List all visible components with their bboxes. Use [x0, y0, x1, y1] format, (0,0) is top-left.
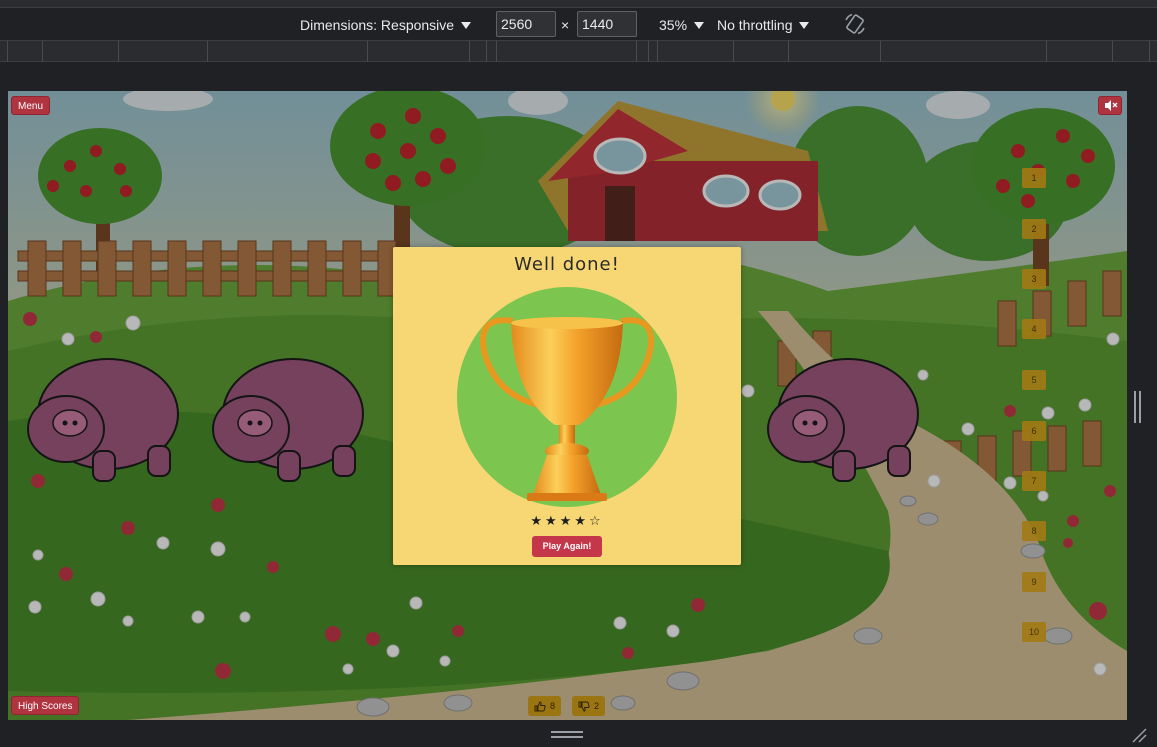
star-rating: ★★★★☆: [530, 513, 604, 528]
zoom-dropdown[interactable]: 35%: [659, 15, 705, 35]
high-scores-button[interactable]: High Scores: [11, 696, 80, 715]
dislike-button[interactable]: 2: [572, 696, 606, 716]
dislike-count: 2: [594, 701, 600, 711]
rotate-icon[interactable]: [842, 12, 868, 36]
dropdown-arrow-icon: [461, 21, 472, 29]
times-symbol: ×: [561, 17, 570, 33]
dropdown-arrow-icon: [694, 21, 705, 29]
play-again-button[interactable]: Play Again!: [532, 536, 602, 557]
menu-button[interactable]: Menu: [11, 96, 51, 115]
resize-corner-icon[interactable]: [1131, 727, 1147, 743]
modal-title: Well done!: [514, 254, 620, 275]
dimensions-dropdown[interactable]: Dimensions: Responsive: [300, 15, 472, 35]
like-button[interactable]: 8: [528, 696, 562, 716]
zoom-label: 35%: [659, 17, 688, 33]
mute-button[interactable]: [1098, 96, 1122, 115]
level-button-3[interactable]: 3: [1022, 269, 1046, 289]
thumbs-up-icon: [534, 700, 546, 711]
width-input[interactable]: 2560: [496, 11, 556, 37]
level-button-5[interactable]: 5: [1022, 370, 1046, 390]
devtools-top-strip: [0, 0, 1157, 8]
level-button-8[interactable]: 8: [1022, 521, 1046, 541]
level-button-4[interactable]: 4: [1022, 319, 1046, 339]
viewport-resize-handle-bottom[interactable]: [551, 731, 583, 739]
thumbs-down-icon: [578, 701, 590, 712]
throttling-dropdown[interactable]: No throttling: [717, 15, 810, 35]
level-button-10[interactable]: 10: [1022, 622, 1046, 642]
level-button-1[interactable]: 1: [1022, 168, 1046, 188]
speaker-mute-icon: [1105, 100, 1118, 111]
dropdown-arrow-icon: [799, 21, 810, 29]
level-button-6[interactable]: 6: [1022, 421, 1046, 441]
throttling-label: No throttling: [717, 17, 793, 33]
level-button-2[interactable]: 2: [1022, 219, 1046, 239]
level-button-7[interactable]: 7: [1022, 471, 1046, 491]
trophy-icon: [457, 287, 677, 507]
device-viewport: Menu High Scores 1 2 3 4 5 6 7 8 9 10 8: [8, 91, 1127, 720]
height-input[interactable]: 1440: [577, 11, 637, 37]
level-complete-modal: Well done! ★★★★☆ Play Again!: [393, 247, 741, 565]
device-toolbar: Dimensions: Responsive 2560 × 1440 35% N…: [0, 8, 1157, 40]
media-query-ruler: [0, 40, 1157, 62]
viewport-resize-handle-right[interactable]: [1134, 391, 1142, 423]
like-count: 8: [550, 701, 556, 711]
devtools-window: Dimensions: Responsive 2560 × 1440 35% N…: [0, 0, 1157, 747]
level-button-9[interactable]: 9: [1022, 572, 1046, 592]
dimensions-label: Dimensions: Responsive: [300, 17, 455, 33]
